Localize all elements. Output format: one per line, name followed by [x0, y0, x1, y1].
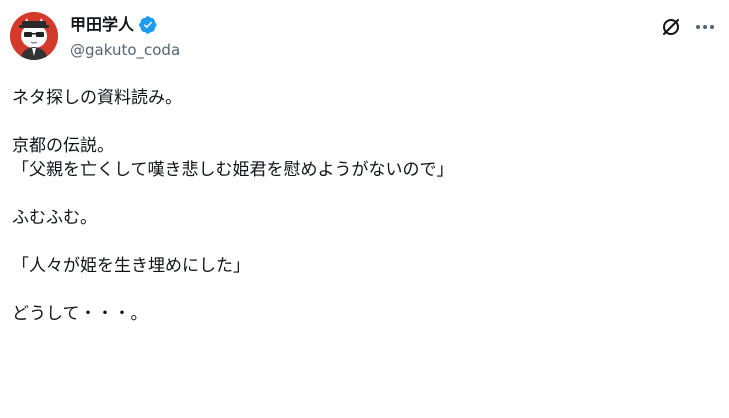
- author-display-name[interactable]: 甲田学人: [70, 15, 134, 35]
- author-handle[interactable]: @gakuto_coda: [70, 40, 180, 60]
- author-name-row: 甲田学人: [70, 15, 158, 35]
- tweet-text: ネタ探しの資料読み。 京都の伝説。 「父親を亡くして嘆き悲しむ姫君を慰めようがな…: [12, 86, 717, 326]
- tweet-line: 「人々が姫を生き埋めにした」: [12, 256, 250, 276]
- more-options-icon[interactable]: [694, 16, 716, 38]
- tweet-line: ふむふむ。: [12, 208, 97, 228]
- tweet-line: どうして・・・。: [12, 304, 148, 324]
- avatar[interactable]: [10, 12, 58, 60]
- tweet-line: ネタ探しの資料読み。: [12, 88, 182, 108]
- grok-icon[interactable]: [660, 16, 682, 38]
- tweet-line: 京都の伝説。: [12, 136, 114, 156]
- verified-badge-icon: [138, 15, 158, 35]
- cat-avatar-image: [10, 12, 58, 60]
- tweet-card: 甲田学人 @gakuto_coda ネタ探しの資料読み。 京都の伝説。 「父親を…: [0, 0, 729, 418]
- tweet-line: 「父親を亡くして嘆き悲しむ姫君を慰めようがないので」: [12, 160, 454, 180]
